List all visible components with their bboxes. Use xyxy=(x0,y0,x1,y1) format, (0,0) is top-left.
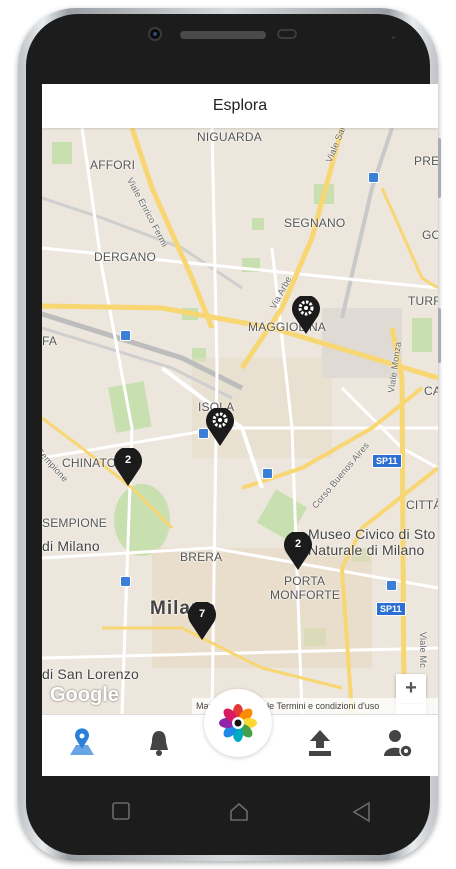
metro-icon xyxy=(120,576,131,587)
map-label: CA xyxy=(424,384,438,398)
map-view[interactable]: NIGUARDA AFFORI Viale Enrico Fermi Viale… xyxy=(42,128,438,714)
road-shield: SP11 xyxy=(372,454,402,468)
user-settings-icon xyxy=(384,730,413,758)
metro-icon xyxy=(262,468,273,479)
map-cluster-marker[interactable]: 2 xyxy=(283,532,313,572)
upload-icon xyxy=(309,730,331,756)
bottom-navigation xyxy=(42,689,438,776)
map-label: DERGANO xyxy=(94,250,157,264)
nav-home[interactable] xyxy=(204,689,272,757)
gear-pin-icon xyxy=(292,296,320,334)
map-label: BRERA xyxy=(180,550,223,564)
map-label: Viale Mc xyxy=(418,632,428,668)
nav-upload[interactable] xyxy=(304,727,336,759)
nav-explore[interactable] xyxy=(66,727,98,759)
map-label: Naturale di Milano xyxy=(308,542,425,558)
app-screen: Esplora NIGUARDA AFFORI Viale Enrico Fer… xyxy=(42,84,438,776)
page-title: Esplora xyxy=(42,84,438,128)
proximity-sensor xyxy=(277,29,297,39)
map-label: NIGUARDA xyxy=(197,130,262,144)
nav-notifications[interactable] xyxy=(143,727,175,759)
map-label: SEGNANO xyxy=(284,216,346,230)
home-icon xyxy=(230,802,248,821)
recent-apps-button[interactable] xyxy=(110,800,134,824)
metro-icon xyxy=(120,330,131,341)
google-logo: Google xyxy=(50,684,119,706)
gear-pin-icon xyxy=(206,408,234,446)
earpiece-speaker xyxy=(180,31,266,39)
map-label: TURR xyxy=(408,294,438,308)
map-label: FA xyxy=(42,334,58,348)
map-label: di Milano xyxy=(42,538,100,554)
map-label: CITTÀ xyxy=(406,498,438,512)
map-label: di San Lorenzo xyxy=(42,666,139,682)
home-button[interactable] xyxy=(228,800,252,824)
map-label: PORTA xyxy=(284,574,326,588)
map-cluster-marker[interactable]: 2 xyxy=(113,448,143,488)
map-label: GO xyxy=(422,228,438,242)
nav-profile-settings[interactable] xyxy=(382,727,414,759)
map-place-marker[interactable] xyxy=(205,408,235,448)
back-triangle-icon xyxy=(352,801,370,823)
front-camera xyxy=(148,27,162,41)
map-label: PRE xyxy=(414,154,438,168)
metro-icon xyxy=(386,580,397,591)
back-button[interactable] xyxy=(350,800,374,824)
map-label: MONFORTE xyxy=(270,588,341,602)
map-label: SEMPIONE xyxy=(42,516,107,530)
map-cluster-marker[interactable]: 7 xyxy=(187,602,217,642)
square-icon xyxy=(112,802,130,820)
map-place-marker[interactable] xyxy=(291,296,321,336)
metro-icon xyxy=(368,172,379,183)
notification-led xyxy=(392,36,395,39)
map-roads xyxy=(42,128,438,714)
road-shield: SP11 xyxy=(376,602,406,616)
bell-icon xyxy=(150,731,168,756)
flower-logo-icon xyxy=(219,704,257,742)
map-label: AFFORI xyxy=(90,158,136,172)
map-label: Museo Civico di Sto xyxy=(308,526,436,542)
map-pin-icon xyxy=(70,728,94,755)
